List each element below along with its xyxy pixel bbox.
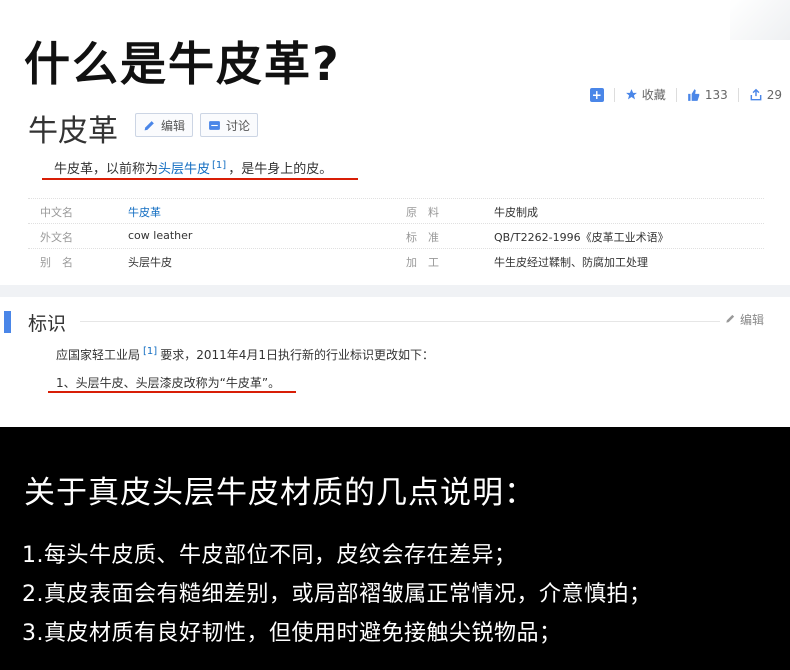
discussion-icon [209,120,220,130]
info-value: QB/T2262-1996《皮革工业术语》 [494,231,669,244]
collect-label: 收藏 [641,88,666,102]
share-button[interactable]: 29 [749,88,782,102]
share-count: 29 [766,87,782,102]
add-button[interactable]: + [589,87,604,102]
section-paragraph: 应国家轻工业局 [1] 要求，2011年4月1日执行新的行业标识更改如下： [56,346,434,363]
edit-button[interactable]: 编辑 [135,113,194,137]
paragraph-reference[interactable]: [1] [143,346,157,357]
note-item: 1.每头牛皮质、牛皮部位不同，皮纹会存在差异； [22,543,517,568]
notes-panel: 关于真皮头层牛皮材质的几点说明： 1.每头牛皮质、牛皮部位不同，皮纹会存在差异；… [0,427,790,670]
entry-toolbar: + 收藏 133 29 [589,86,782,103]
paragraph-underline [48,391,296,393]
info-key: 别 名 [40,256,73,269]
info-value: 头层牛皮 [128,256,172,269]
section-marker [4,311,11,333]
section-paragraph-item: 1、头层牛皮、头层漆皮改称为“牛皮革”。 [56,376,281,390]
share-icon [750,88,762,100]
discuss-label: 讨论 [226,118,251,133]
note-item: 3.真皮材质有良好韧性，但使用时避免接触尖锐物品； [22,621,562,646]
section-identification: 标识 编辑 应国家轻工业局 [1] 要求，2011年4月1日执行新的行业标识更改如下… [0,297,790,427]
notes-title: 关于真皮头层牛皮材质的几点说明： [24,475,536,511]
star-icon [625,89,637,100]
info-key: 外文名 [40,231,73,244]
section-divider [0,285,790,297]
discuss-button[interactable]: 讨论 [200,113,259,137]
info-row: 外文名 cow leather 标 准 QB/T2262-1996《皮革工业术语… [28,223,764,248]
summary-prefix: 牛皮革，以前称为 [54,162,159,177]
pencil-icon [144,120,154,130]
section-edit-label: 编辑 [739,313,764,327]
toolbar-divider [675,87,677,102]
section-edit-button[interactable]: 编辑 [725,311,764,328]
info-row: 别 名 头层牛皮 加 工 牛生皮经过鞣制、防腐加工处理 [28,248,764,273]
plus-icon: + [589,87,604,102]
collect-button[interactable]: 收藏 [625,86,666,103]
summary-link[interactable]: 头层牛皮 [158,162,210,177]
paragraph-prefix: 应国家轻工业局 [56,348,141,362]
encyclopedia-entry: 什么是牛皮革? + 收藏 133 29 牛皮革 编辑 讨论 牛皮革，以前称为头层… [0,0,790,285]
info-key: 中文名 [40,206,73,219]
headline: 什么是牛皮革? [24,37,341,91]
edit-label: 编辑 [161,118,186,133]
section-title: 标识 [28,313,67,335]
toolbar-divider [737,87,739,102]
pencil-icon [726,314,735,323]
summary-suffix: ，是牛身上的皮。 [228,162,333,177]
like-button[interactable]: 133 [687,88,728,102]
info-key: 加 工 [406,256,439,269]
like-count: 133 [704,87,728,102]
section-rule [80,321,720,322]
info-value[interactable]: 牛皮革 [128,204,161,220]
info-value: cow leather [128,229,193,242]
info-row: 中文名 牛皮革 原 料 牛皮制成 [28,198,764,223]
info-value: 牛皮制成 [494,206,538,219]
info-key: 标 准 [406,231,439,244]
toolbar-divider [613,87,615,102]
info-key: 原 料 [406,206,439,219]
note-item: 2.真皮表面会有糙细差别，或局部褶皱属正常情况，介意慎拍； [22,582,652,607]
summary-underline [42,178,358,180]
summary-reference[interactable]: [1] [212,160,226,171]
info-table: 中文名 牛皮革 原 料 牛皮制成 外文名 cow leather 标 准 QB/… [28,198,764,273]
info-value: 牛生皮经过鞣制、防腐加工处理 [494,256,648,269]
paragraph-suffix: 要求，2011年4月1日执行新的行业标识更改如下： [160,348,434,362]
thumbs-up-icon [687,88,700,101]
entry-title: 牛皮革 [28,114,118,149]
entry-summary: 牛皮革，以前称为头层牛皮 [1] ，是牛身上的皮。 [54,158,332,177]
